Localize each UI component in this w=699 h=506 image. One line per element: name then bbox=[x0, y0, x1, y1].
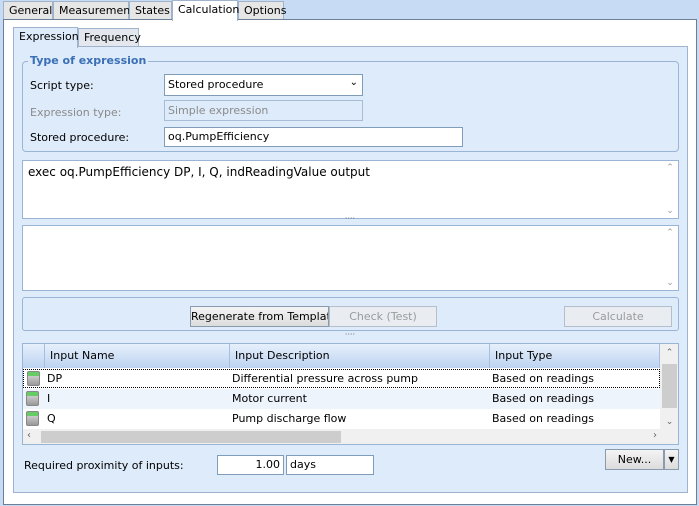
script-type-select[interactable]: Stored procedure ⌄ bbox=[164, 74, 363, 96]
scroll-down-icon[interactable]: ⌄ bbox=[660, 417, 678, 427]
input-name: Q bbox=[47, 412, 56, 425]
input-name: DP bbox=[47, 372, 63, 385]
new-dropdown-arrow-icon[interactable]: ▼ bbox=[664, 449, 679, 470]
table-row[interactable]: I Motor current Based on readings bbox=[23, 389, 660, 409]
script-type-value: Stored procedure bbox=[168, 78, 264, 91]
table-row[interactable]: DP Differential pressure across pump Bas… bbox=[23, 369, 660, 388]
stored-procedure-label: Stored procedure: bbox=[30, 131, 130, 144]
input-description: Pump discharge flow bbox=[232, 412, 347, 425]
input-type: Based on readings bbox=[492, 412, 594, 425]
splitter-handle[interactable]: ···· bbox=[342, 214, 358, 223]
vertical-scrollbar[interactable]: ⌃ ⌄ bbox=[662, 226, 678, 290]
input-icon bbox=[26, 391, 39, 406]
input-type: Based on readings bbox=[492, 392, 594, 405]
result-textarea[interactable]: ⌃ ⌄ bbox=[22, 225, 679, 291]
inputs-grid: Input Name Input Description Input Type … bbox=[22, 343, 679, 445]
proximity-label: Required proximity of inputs: bbox=[24, 459, 184, 472]
proximity-unit-input[interactable]: days bbox=[286, 455, 374, 475]
tab-calculation[interactable]: Calculation bbox=[172, 0, 239, 21]
horizontal-scrollbar[interactable]: ‹ › bbox=[23, 429, 678, 444]
tab-options[interactable]: Options bbox=[238, 1, 286, 20]
input-name: I bbox=[47, 392, 51, 405]
scroll-left-icon[interactable]: ‹ bbox=[27, 430, 31, 441]
proximity-value-input[interactable]: 1.00 bbox=[217, 455, 284, 475]
scrollbar-thumb[interactable] bbox=[662, 364, 677, 408]
group-title: Type of expression bbox=[28, 54, 149, 67]
vertical-scrollbar[interactable]: ⌃ ⌄ bbox=[660, 344, 678, 429]
tab-measurement[interactable]: Measurement bbox=[53, 1, 135, 20]
scrollbar-thumb[interactable] bbox=[41, 431, 341, 443]
tab-expression[interactable]: Expression bbox=[13, 27, 79, 48]
tab-states[interactable]: States bbox=[129, 1, 172, 20]
calculate-button[interactable]: Calculate bbox=[564, 306, 672, 327]
table-row[interactable]: Q Pump discharge flow Based on readings bbox=[23, 409, 660, 429]
expression-type-select: Simple expression bbox=[164, 100, 363, 121]
input-description: Differential pressure across pump bbox=[232, 372, 418, 385]
expression-text: exec oq.PumpEfficiency DP, I, Q, indRead… bbox=[28, 165, 370, 179]
tab-general[interactable]: General bbox=[3, 1, 53, 20]
scroll-right-icon[interactable]: › bbox=[653, 430, 657, 441]
column-header-input-description[interactable]: Input Description bbox=[230, 344, 490, 368]
regenerate-from-template-button[interactable]: Regenerate from Template bbox=[190, 306, 329, 327]
column-header-input-name[interactable]: Input Name bbox=[45, 344, 230, 368]
row-selector-header bbox=[23, 344, 45, 368]
expression-type-label: Expression type: bbox=[30, 106, 122, 119]
new-button[interactable]: New... bbox=[605, 449, 664, 470]
input-icon bbox=[26, 411, 39, 426]
input-icon bbox=[27, 371, 40, 386]
chevron-down-icon: ⌄ bbox=[349, 77, 358, 88]
column-header-input-type[interactable]: Input Type bbox=[490, 344, 660, 368]
scroll-up-icon[interactable]: ⌃ bbox=[660, 348, 678, 358]
splitter-handle[interactable]: ···· bbox=[342, 330, 358, 339]
vertical-scrollbar[interactable]: ⌃ ⌄ bbox=[662, 161, 678, 218]
script-type-label: Script type: bbox=[30, 79, 94, 92]
stored-procedure-input[interactable]: oq.PumpEfficiency bbox=[164, 127, 463, 147]
input-description: Motor current bbox=[232, 392, 307, 405]
input-type: Based on readings bbox=[492, 372, 594, 385]
tab-frequency[interactable]: Frequency bbox=[78, 28, 141, 47]
check-test-button[interactable]: Check (Test) bbox=[329, 306, 437, 327]
expression-textarea[interactable]: exec oq.PumpEfficiency DP, I, Q, indRead… bbox=[22, 160, 679, 219]
